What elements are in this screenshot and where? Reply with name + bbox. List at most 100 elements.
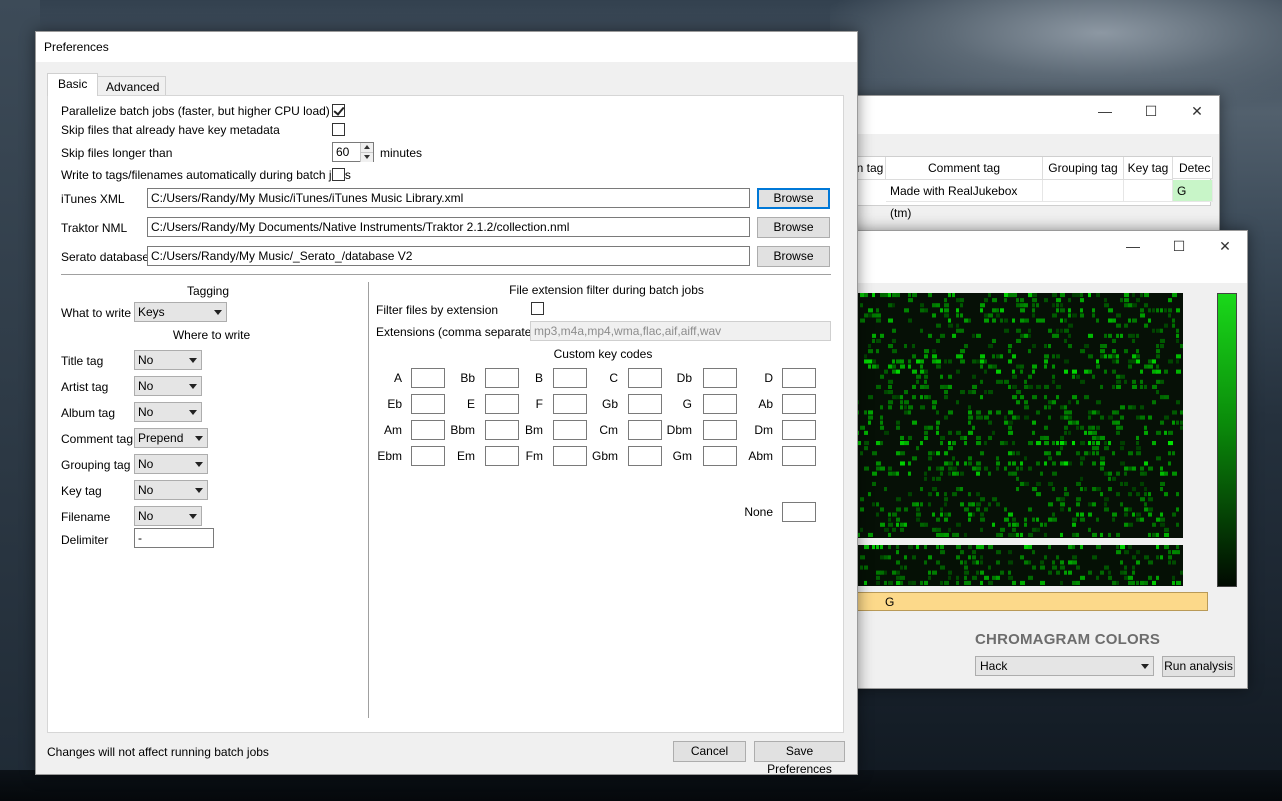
key-code-input[interactable]	[553, 420, 587, 440]
chromagram-cell	[976, 471, 980, 476]
spin-down-icon[interactable]	[360, 152, 373, 162]
close-icon[interactable]: ✕	[1211, 231, 1239, 261]
serato-path-field[interactable]: C:/Users/Randy/My Music/_Serato_/databas…	[147, 246, 750, 266]
key-code-input[interactable]	[703, 420, 737, 440]
spin-up-icon[interactable]	[360, 143, 373, 152]
tab-basic[interactable]: Basic	[47, 73, 99, 96]
key-code-input[interactable]	[628, 368, 662, 388]
chromagram-cell	[972, 359, 976, 364]
chromagram-cell	[956, 545, 961, 550]
minimize-icon[interactable]: —	[1091, 96, 1119, 126]
tag-field-label: Title tag	[61, 354, 104, 368]
key-code-input[interactable]	[782, 368, 816, 388]
traktor-browse-button[interactable]: Browse	[757, 217, 830, 238]
chromagram-cell	[940, 466, 944, 471]
cancel-button[interactable]: Cancel	[673, 741, 746, 762]
key-code-input[interactable]	[553, 394, 587, 414]
duration-spinner[interactable]: 60	[332, 142, 374, 162]
key-code-input[interactable]	[782, 394, 816, 414]
column-header[interactable]: Detec	[1173, 157, 1213, 179]
chromagram-cell	[948, 461, 953, 466]
key-code-input[interactable]	[411, 420, 445, 440]
key-code-input[interactable]	[782, 420, 816, 440]
column-header[interactable]: Comment tag	[886, 157, 1043, 180]
key-label: Abm	[748, 449, 773, 463]
key-code-input[interactable]	[553, 446, 587, 466]
key-code-input[interactable]	[782, 446, 816, 466]
tag-field-select[interactable]: No	[134, 454, 208, 474]
tag-field-select[interactable]: No	[134, 480, 208, 500]
save-preferences-button[interactable]: Save Preferences	[754, 741, 845, 776]
key-code-input[interactable]	[628, 394, 662, 414]
itunes-path-field[interactable]: C:/Users/Randy/My Music/iTunes/iTunes Mu…	[147, 188, 750, 208]
chromagram-cell	[928, 425, 933, 430]
tag-field-select[interactable]: Prepend	[134, 428, 208, 448]
tag-field-select[interactable]: No	[134, 402, 202, 422]
filter-by-extension-checkbox[interactable]	[531, 302, 544, 315]
close-icon[interactable]: ✕	[1183, 96, 1211, 126]
serato-browse-button[interactable]: Browse	[757, 246, 830, 267]
column-header[interactable]: n tag	[855, 157, 886, 180]
minimize-icon[interactable]: —	[1119, 231, 1147, 261]
chromagram-cell	[868, 344, 871, 349]
run-analysis-button[interactable]: Run analysis	[1162, 656, 1235, 677]
parallelize-label: Parallelize batch jobs (faster, but high…	[61, 104, 330, 118]
tag-field-select[interactable]: No	[134, 350, 202, 370]
chromagram-cell	[884, 570, 887, 575]
chromagram-cell	[1060, 580, 1063, 585]
chromagram-cell	[1036, 384, 1041, 389]
tag-field-select[interactable]: No	[134, 506, 202, 526]
traktor-path-field[interactable]: C:/Users/Randy/My Documents/Native Instr…	[147, 217, 750, 237]
delimiter-field[interactable]: -	[134, 528, 214, 548]
write-tags-checkbox[interactable]	[332, 168, 345, 181]
chromagram-cell	[1108, 333, 1112, 338]
detected-key-cell[interactable]: G	[1173, 180, 1213, 202]
chromagram-cell	[1152, 328, 1155, 333]
key-label: A	[393, 371, 402, 385]
tag-field-select[interactable]: No	[134, 376, 202, 396]
column-header[interactable]: Grouping tag	[1043, 157, 1124, 180]
chevron-down-icon	[1141, 664, 1149, 669]
itunes-browse-button[interactable]: Browse	[757, 188, 830, 209]
chromagram-cell	[1092, 425, 1095, 430]
key-code-input[interactable]	[411, 394, 445, 414]
grouping-cell[interactable]	[1043, 180, 1124, 202]
chromagram-cell	[864, 565, 868, 570]
skip-key-checkbox[interactable]	[332, 123, 345, 136]
chromagram-cell	[1116, 425, 1120, 430]
chromagram-cell	[880, 425, 884, 430]
key-code-input[interactable]	[703, 368, 737, 388]
chromagram-cell	[1008, 384, 1011, 389]
column-header[interactable]: Key tag	[1124, 157, 1173, 180]
chromagram-cell	[1100, 415, 1104, 420]
desktop-sky-highlight	[830, 0, 1282, 110]
chromagram-cell	[1044, 344, 1047, 349]
parallelize-checkbox[interactable]	[332, 104, 345, 117]
comment-cell[interactable]: Made with RealJukebox (tm)	[886, 180, 1043, 220]
chromagram-cell	[1116, 532, 1120, 537]
color-scheme-select[interactable]: Hack	[975, 656, 1154, 676]
chromagram-cell	[1008, 512, 1013, 517]
key-cell[interactable]	[1124, 180, 1173, 202]
maximize-icon[interactable]: ☐	[1165, 231, 1193, 261]
extensions-field[interactable]: mp3,m4a,mp4,wma,flac,aif,aiff,wav	[530, 321, 831, 341]
chromagram-cell	[860, 507, 864, 512]
key-code-input-none[interactable]	[782, 502, 816, 522]
key-code-input[interactable]	[553, 368, 587, 388]
tab-advanced[interactable]: Advanced	[95, 76, 166, 97]
key-code-input[interactable]	[628, 446, 662, 466]
key-code-input[interactable]	[411, 446, 445, 466]
key-code-input[interactable]	[411, 368, 445, 388]
key-code-input[interactable]	[628, 420, 662, 440]
chromagram-cell	[1044, 522, 1047, 527]
results-table[interactable]: n tag Comment tag Grouping tag Key tag D…	[855, 156, 1213, 220]
chromagram-cell	[1052, 364, 1055, 369]
key-code-input[interactable]	[703, 446, 737, 466]
chromagram-cell	[1012, 527, 1016, 532]
key-code-input[interactable]	[703, 394, 737, 414]
chromagram-cell	[960, 502, 964, 507]
chromagram-cell	[1108, 575, 1112, 580]
maximize-icon[interactable]: ☐	[1137, 96, 1165, 126]
what-to-write-select[interactable]: Keys	[134, 302, 227, 322]
chromagram-cell	[924, 435, 928, 440]
